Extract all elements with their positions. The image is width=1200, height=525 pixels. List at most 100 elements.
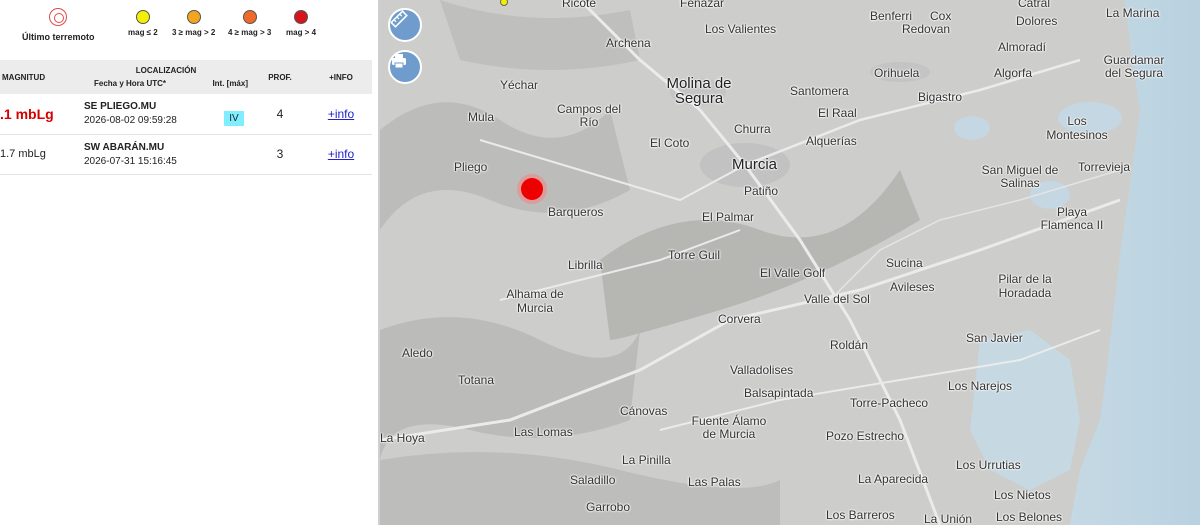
place-label: El Valle Golf: [760, 266, 826, 280]
orange-dot-icon: [186, 10, 201, 24]
place-label: La Unión: [924, 512, 973, 525]
place-label: Campos del Río: [556, 102, 622, 129]
place-label: Murcia: [732, 156, 778, 173]
place-label: Los Valientes: [705, 22, 777, 36]
row-magnitude: 1.7 mbLg: [0, 134, 82, 175]
place-label: Orihuela: [874, 66, 920, 80]
map-view[interactable]: Ricote Fenazar Benferri Cox Catral La Ma…: [380, 0, 1200, 525]
place-label: La Pinilla: [622, 453, 671, 467]
table-header-row: MAGNITUD LOCALIZACIÓN Fecha y Hora UTC* …: [0, 60, 372, 94]
place-label: La Hoya: [380, 431, 425, 445]
row-location: SE PLIEGO.MU 2026-08-02 09:59:28 IV: [82, 94, 250, 135]
place-label: Churra: [734, 122, 771, 136]
place-label: Dolores: [1016, 14, 1058, 28]
place-label: Los Narejos: [948, 379, 1013, 393]
place-label: San Miguel de Salinas: [981, 163, 1059, 190]
place-label: Almoradí: [998, 40, 1047, 54]
ruler-icon: [390, 10, 408, 28]
place-label: Valladolises: [730, 363, 794, 377]
place-label: Cox: [930, 9, 952, 23]
place-label: Aledo: [402, 346, 433, 360]
place-label: Santomera: [790, 84, 849, 98]
row-datetime: 2026-07-31 15:16:45: [84, 155, 177, 167]
header-depth[interactable]: PROF.: [250, 60, 310, 94]
info-link[interactable]: +info: [328, 107, 354, 121]
place-label: Benferri: [870, 9, 913, 23]
red-dot-icon: [294, 10, 308, 24]
place-label: El Palmar: [702, 210, 755, 224]
place-label: Corvera: [718, 312, 761, 326]
place-label: Las Palas: [688, 475, 741, 489]
place-label: Pliego: [454, 160, 488, 174]
intensity-badge: IV: [224, 111, 244, 126]
place-label: Fenazar: [680, 0, 725, 10]
legend-mag-2-3: 3 ≥ mag > 2: [172, 10, 215, 37]
yellow-dot-icon: [135, 10, 150, 24]
dark-orange-dot-icon: [242, 10, 257, 24]
place-label: Sucina: [886, 256, 923, 270]
place-label: Saladillo: [570, 473, 616, 487]
place-label: Torre-Pacheco: [850, 396, 929, 410]
place-label: Torrevieja: [1078, 160, 1131, 174]
place-label: Avileses: [890, 280, 935, 294]
place-label: Pozo Estrecho: [826, 429, 905, 443]
header-datetime: Fecha y Hora UTC*: [94, 79, 167, 88]
legend-label: 4 ≥ mag > 3: [228, 28, 272, 37]
place-label: Totana: [458, 373, 495, 387]
place-label: Las Lomas: [514, 425, 573, 439]
place-label: Redovan: [902, 22, 951, 36]
place-label: Los Barreros: [826, 508, 895, 522]
legend-label: 3 ≥ mag > 2: [172, 28, 216, 37]
header-intensity: Int. [máx]: [212, 79, 248, 88]
row-depth: 3: [250, 134, 310, 175]
row-info: +info: [310, 134, 372, 175]
place-label: Garrobo: [586, 500, 631, 514]
row-magnitude: .1 mbLg: [0, 94, 82, 135]
place-label: Molina de Segura: [666, 75, 732, 107]
ruler-tool-button[interactable]: [388, 8, 422, 42]
place-label: Cánovas: [620, 404, 668, 418]
legend-label: mag ≤ 2: [128, 28, 158, 37]
place-label: Yéchar: [500, 78, 539, 92]
place-label: Barqueros: [548, 205, 604, 219]
place-label: La Marina: [1106, 6, 1160, 20]
place-label: Balsapintada: [744, 386, 814, 400]
row-location: SW ABARÁN.MU 2026-07-31 15:16:45: [82, 134, 250, 175]
earthquake-panel: Último terremoto mag ≤ 2 3 ≥ mag > 2 4 ≥…: [0, 0, 380, 525]
printer-icon: [392, 54, 406, 69]
place-label: Mula: [468, 110, 495, 124]
place-label: El Coto: [650, 136, 690, 150]
earthquake-table: MAGNITUD LOCALIZACIÓN Fecha y Hora UTC* …: [0, 60, 372, 175]
print-button[interactable]: [388, 50, 422, 84]
place-label: San Javier: [966, 331, 1023, 345]
place-label: Ricote: [562, 0, 597, 10]
place-label: Playa Flamenca II: [1040, 205, 1104, 232]
place-label: Alhama de Murcia: [506, 287, 564, 315]
header-location[interactable]: LOCALIZACIÓN Fecha y Hora UTC* Int. [máx…: [82, 60, 250, 94]
place-label: Patiño: [744, 184, 779, 198]
place-label: El Raal: [818, 106, 857, 120]
row-place: SW ABARÁN.MU: [84, 141, 165, 153]
last-quake-ring-icon: [49, 8, 68, 26]
header-info[interactable]: +INFO: [310, 60, 372, 94]
header-magnitude[interactable]: MAGNITUD: [0, 60, 82, 94]
place-label: Torre Guil: [668, 248, 721, 262]
legend-mag-3-4: 4 ≥ mag > 3: [228, 10, 271, 37]
place-label: Pilar de la Horadada: [998, 272, 1052, 300]
place-label: Roldán: [830, 338, 869, 352]
table-row[interactable]: 1.7 mbLg SW ABARÁN.MU 2026-07-31 15:16:4…: [0, 134, 372, 175]
place-label: La Aparecida: [858, 472, 929, 486]
place-label: Los Belones: [996, 510, 1063, 524]
place-label: Alquerías: [806, 134, 857, 148]
earthquake-marker[interactable]: [521, 178, 543, 200]
legend-last-quake-label: Último terremoto: [22, 32, 95, 42]
place-label: Guardamar del Segura: [1103, 53, 1165, 80]
table-row[interactable]: .1 mbLg SE PLIEGO.MU 2026-08-02 09:59:28…: [0, 94, 372, 135]
place-label: Librilla: [568, 258, 603, 272]
row-info: +info: [310, 94, 372, 135]
place-label: Valle del Sol: [804, 292, 870, 306]
legend-last-quake: Último terremoto: [22, 8, 95, 42]
place-label: Algorfa: [994, 66, 1033, 80]
legend-mag-gt-4: mag > 4: [286, 10, 316, 37]
info-link[interactable]: +info: [328, 147, 354, 161]
